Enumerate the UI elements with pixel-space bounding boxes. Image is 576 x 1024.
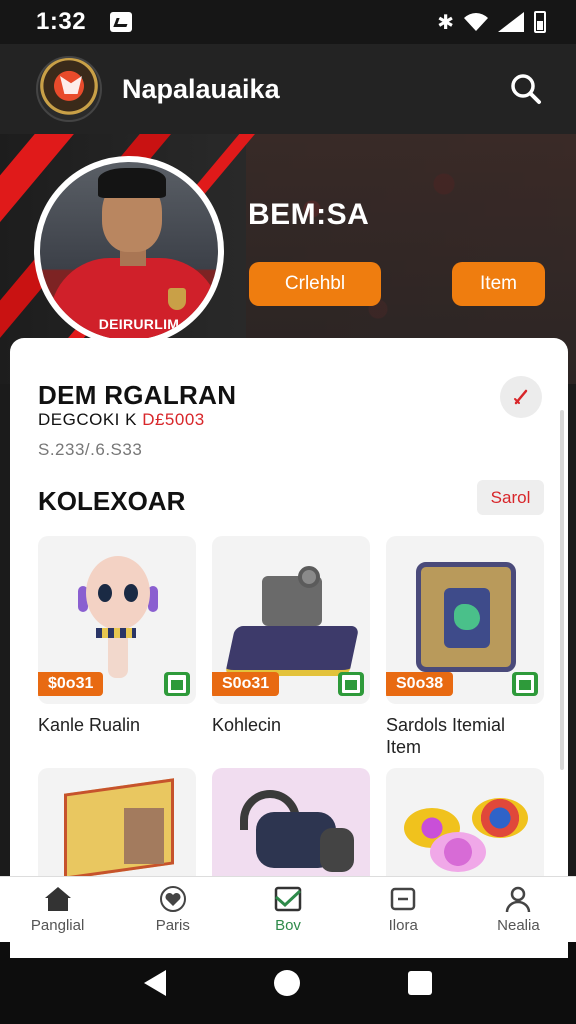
profile-stat: S.233/.6.S33 <box>38 440 143 459</box>
item-label: Kohlecin <box>212 715 282 735</box>
nav-label: Nealia <box>497 917 540 934</box>
doll-band <box>96 628 136 638</box>
status-bar: 1:32 ✱ <box>0 0 576 44</box>
recent-apps-icon[interactable] <box>408 971 432 995</box>
search-icon <box>511 74 541 104</box>
profile-title: DEM RGALRAN <box>38 380 237 410</box>
disc-figure <box>430 832 486 872</box>
item-price: S0o38 <box>386 672 454 696</box>
status-time: 1:32 <box>36 8 87 35</box>
doll-eye <box>98 584 112 602</box>
battery-icon <box>534 11 546 33</box>
edit-button[interactable] <box>500 376 542 418</box>
profile-icon <box>506 886 531 913</box>
notification-icon <box>110 12 133 32</box>
avatar-shirt <box>50 258 218 340</box>
disc-figure <box>472 798 528 838</box>
nav-label: Bov <box>275 917 301 934</box>
console-knob <box>298 566 320 588</box>
collection-item[interactable]: S0o38 Sardols Itemial Item <box>386 536 544 758</box>
nav-label: Panglial <box>30 917 85 934</box>
item-image: S0o31 <box>212 536 370 704</box>
hero-button-item[interactable]: Item <box>452 262 545 306</box>
profile-card: DEM RGALRAN DEGCOKI K D£5003 S.233/.6.S3… <box>10 338 568 958</box>
hero-button-primary[interactable]: Crlehbl <box>249 262 381 306</box>
player-avatar[interactable]: DEIRURLIM <box>34 156 224 346</box>
collection-title: KOLEXOAR <box>38 486 186 516</box>
nav-item-favorites[interactable]: Paris <box>115 877 230 942</box>
item-label: Sardols Itemial Item <box>386 715 506 757</box>
status-icons: ✱ <box>437 10 546 35</box>
app-logo <box>36 56 102 122</box>
app-screen: 1:32 ✱ Napalauaika DEIRURLIM BEM:SA Crle… <box>0 0 576 1024</box>
box-gem <box>454 604 480 630</box>
nav-item-home[interactable]: Panglial <box>0 877 115 942</box>
bluetooth-icon: ✱ <box>437 11 454 34</box>
item-image: $0o31 <box>38 536 196 704</box>
device-wheel <box>320 828 354 872</box>
heart-icon <box>159 886 186 912</box>
jersey-text: DEIRURLIM <box>98 316 180 332</box>
cart-icon[interactable] <box>164 672 190 696</box>
app-title: Napalauaika <box>122 73 280 104</box>
back-icon[interactable] <box>144 970 166 996</box>
profile-subtitle-highlight: D£5003 <box>142 410 205 429</box>
gallery-icon <box>274 886 302 912</box>
search-button[interactable] <box>504 67 548 111</box>
game-box-art <box>124 808 164 864</box>
item-image: S0o38 <box>386 536 544 704</box>
hero-name: BEM:SA <box>248 198 370 231</box>
home-icon <box>44 887 71 911</box>
item-label: Kanle Rualin <box>38 715 141 735</box>
doll-figure <box>86 556 150 630</box>
console-figure <box>224 626 360 676</box>
item-price: S0o31 <box>212 672 280 696</box>
nav-label: Paris <box>155 917 190 934</box>
pencil-icon <box>514 389 528 405</box>
nav-label: Ilora <box>388 917 418 934</box>
doll-eye <box>124 584 138 602</box>
profile-subtitle: DEGCOKI K D£5003 <box>38 410 205 430</box>
club-badge-icon <box>168 288 186 310</box>
nav-item-inbox[interactable]: Ilora <box>346 877 461 942</box>
collection-item[interactable]: S0o31 Kohlecin <box>212 536 370 736</box>
collection-item[interactable]: $0o31 Kanle Rualin <box>38 536 196 736</box>
signal-icon <box>498 12 524 32</box>
scrollbar[interactable] <box>560 410 564 770</box>
nav-item-gallery[interactable]: Bov <box>230 877 345 942</box>
home-circle-icon[interactable] <box>274 970 300 996</box>
inbox-icon <box>390 887 416 911</box>
cart-icon[interactable] <box>338 672 364 696</box>
bottom-navigation: Panglial Paris Bov Ilora Nealia <box>0 876 576 942</box>
app-bar: Napalauaika <box>0 44 576 134</box>
profile-subtitle-prefix: DEGCOKI K <box>38 410 143 429</box>
item-price: $0o31 <box>38 672 104 696</box>
cart-icon[interactable] <box>512 672 538 696</box>
collection-action-button[interactable]: Sarol <box>477 480 544 515</box>
wifi-icon <box>464 13 488 31</box>
nav-item-profile[interactable]: Nealia <box>461 877 576 942</box>
avatar-hair <box>98 168 166 198</box>
